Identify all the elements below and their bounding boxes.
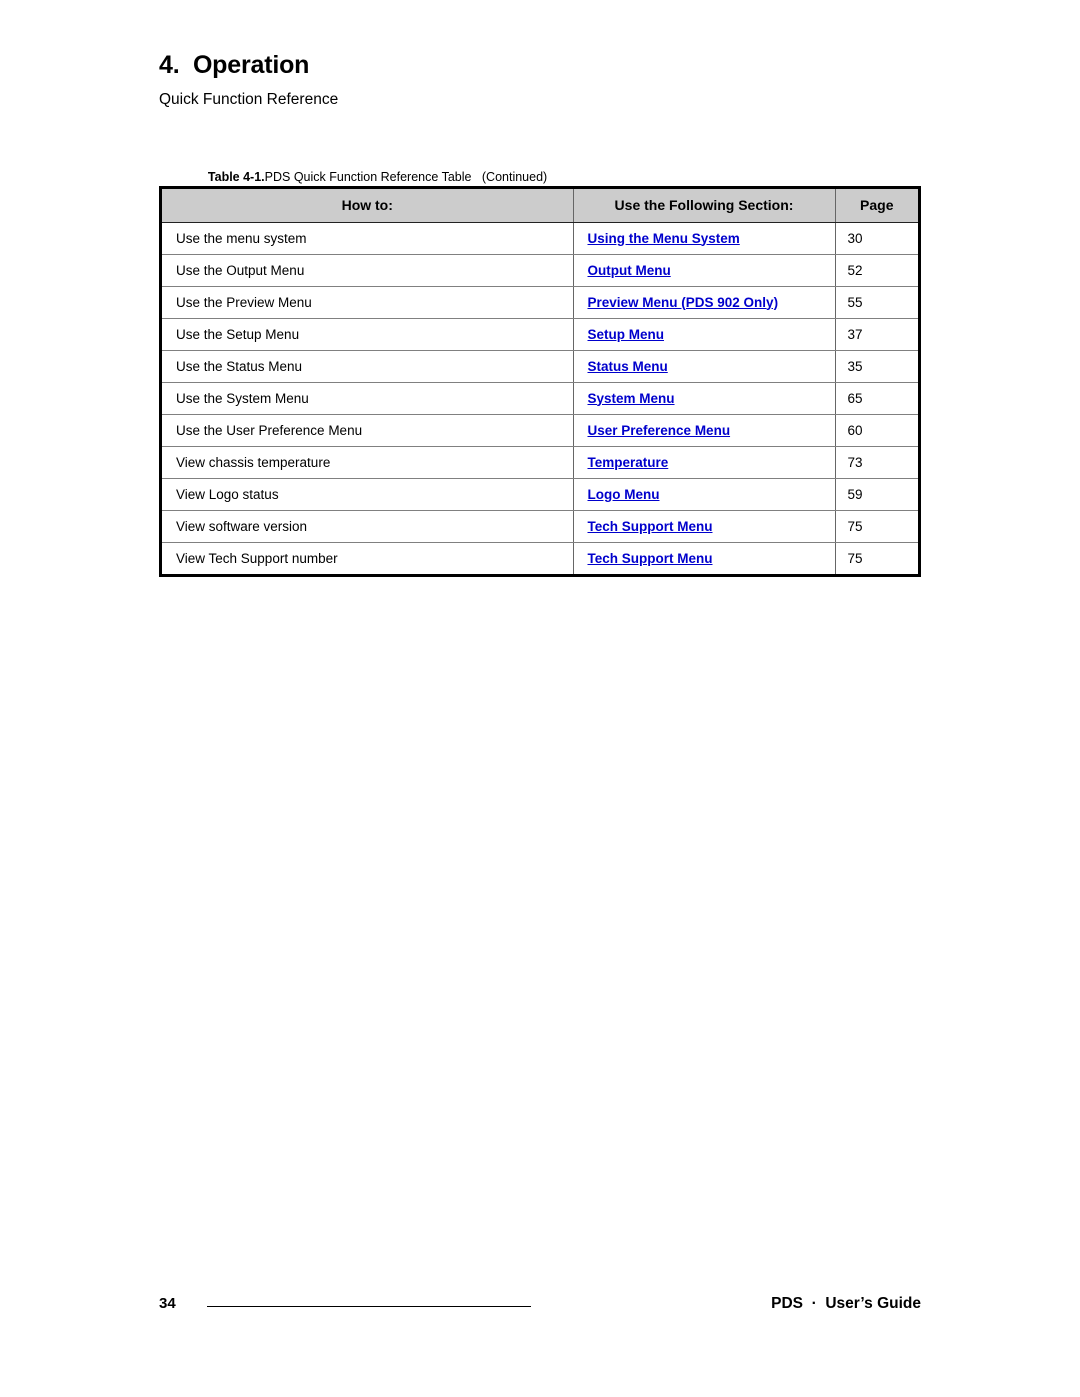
cell-section: Preview Menu (PDS 902 Only) (573, 286, 836, 319)
section-cross-reference-link[interactable]: User Preference Menu (588, 423, 731, 438)
section-cross-reference-link[interactable]: Logo Menu (588, 487, 660, 502)
cell-page-number: 73 (835, 446, 918, 479)
cell-how-to: Use the Preview Menu (162, 286, 574, 319)
page-footer: 34 PDS · User’s Guide (0, 1294, 1080, 1324)
cell-how-to: Use the Output Menu (162, 254, 574, 287)
cell-section: Tech Support Menu (573, 542, 836, 574)
table-row: Use the Status Menu Status Menu 35 (162, 350, 918, 383)
chapter-heading-block: 4. Operation Quick Function Reference (159, 51, 939, 109)
section-cross-reference-link[interactable]: Preview Menu (PDS 902 Only) (588, 295, 779, 310)
section-cross-reference-link[interactable]: Using the Menu System (588, 231, 740, 246)
cell-page-number: 75 (835, 542, 918, 574)
column-header-how-to: How to: (162, 189, 574, 223)
quick-function-reference-table: How to: Use the Following Section: Page … (159, 186, 921, 577)
section-cross-reference-link[interactable]: Output Menu (588, 263, 671, 278)
section-cross-reference-link[interactable]: Status Menu (588, 359, 668, 374)
section-cross-reference-link[interactable]: System Menu (588, 391, 675, 406)
table-row: Use the Output Menu Output Menu 52 (162, 254, 918, 287)
page-title: 4. Operation (159, 51, 310, 79)
cell-how-to: Use the menu system (162, 222, 574, 255)
section-cross-reference-link[interactable]: Temperature (588, 455, 669, 470)
cell-how-to: Use the System Menu (162, 382, 574, 415)
section-cross-reference-link[interactable]: Setup Menu (588, 327, 665, 342)
cell-page-number: 59 (835, 478, 918, 511)
footer-page-number: 34 (159, 1295, 176, 1312)
cell-page-number: 75 (835, 510, 918, 543)
cell-page-number: 37 (835, 318, 918, 351)
cell-page-number: 60 (835, 414, 918, 447)
cell-how-to: View chassis temperature (162, 446, 574, 479)
table-row: View Tech Support number Tech Support Men… (162, 542, 918, 574)
footer-guide-title: PDS · User’s Guide (771, 1295, 921, 1312)
cell-section: Status Menu (573, 350, 836, 383)
cell-section: Logo Menu (573, 478, 836, 511)
cell-section: Output Menu (573, 254, 836, 287)
table-caption-label: Table 4-1. (207, 170, 265, 184)
cell-how-to: View software version (162, 510, 574, 543)
cell-how-to: Use the User Preference Menu (162, 414, 574, 447)
column-header-section: Use the Following Section: (573, 189, 836, 223)
table-row: Use the Setup Menu Setup Menu 37 (162, 318, 918, 351)
table-row: View software version Tech Support Menu 75 (162, 510, 918, 543)
cell-section: Using the Menu System (573, 222, 836, 255)
cell-section: System Menu (573, 382, 836, 415)
cell-how-to: Use the Status Menu (162, 350, 574, 383)
table-row: View chassis temperature Temperature 73 (162, 446, 918, 479)
table-row: Use the System Menu System Menu 65 (162, 382, 918, 415)
cell-page-number: 52 (835, 254, 918, 287)
section-cross-reference-link[interactable]: Tech Support Menu (588, 519, 713, 534)
table-caption-text: PDS Quick Function Reference Table (Cont… (264, 170, 548, 184)
cell-page-number: 65 (835, 382, 918, 415)
column-header-page: Page (835, 189, 918, 223)
cell-page-number: 35 (835, 350, 918, 383)
cell-page-number: 30 (835, 222, 918, 255)
cell-how-to: View Logo status (162, 478, 574, 511)
cell-how-to: Use the Setup Menu (162, 318, 574, 351)
table-header-row: How to: Use the Following Section: Page (162, 189, 918, 223)
table-row: View Logo status Logo Menu 59 (162, 478, 918, 511)
chapter-subtitle: Quick Function Reference (159, 90, 339, 108)
section-cross-reference-link[interactable]: Tech Support Menu (588, 551, 713, 566)
cell-section: Setup Menu (573, 318, 836, 351)
table-row: Use the User Preference Menu User Prefere… (162, 414, 918, 447)
document-page: 4. Operation Quick Function Reference Ta… (0, 0, 1080, 1397)
cell-section: Tech Support Menu (573, 510, 836, 543)
table-row: Use the Preview Menu Preview Menu (PDS 90… (162, 286, 918, 319)
cell-page-number: 55 (835, 286, 918, 319)
footer-divider (207, 1306, 531, 1307)
cell-section: User Preference Menu (573, 414, 836, 447)
cell-section: Temperature (573, 446, 836, 479)
table-row: Use the menu system Using the Menu System… (162, 222, 918, 255)
cell-how-to: View Tech Support number (162, 542, 574, 574)
